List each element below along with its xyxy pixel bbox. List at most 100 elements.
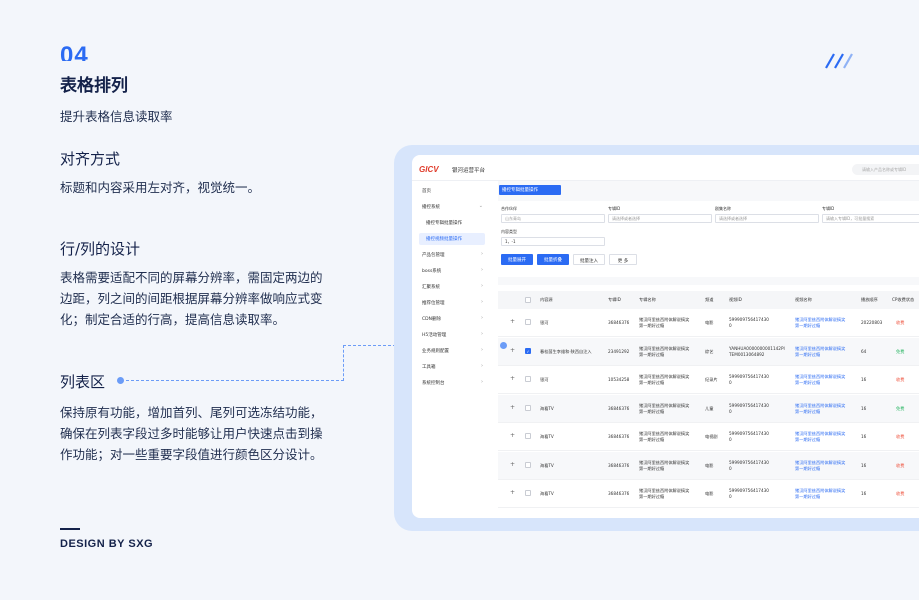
- cell-fee-status: 收费: [896, 377, 905, 382]
- sidebar-item-label: 系统控制台: [422, 381, 445, 386]
- cell-video-name-link[interactable]: 第一期好过瘾: [795, 494, 820, 500]
- column-header: 播放顺序: [861, 297, 878, 302]
- sidebar-item-label: 工具箱: [422, 365, 436, 370]
- sidebar-item[interactable]: 播控专辑批量操作: [419, 217, 485, 229]
- cell-album-name: 猪汉阿里兹西附体解说搞笑: [639, 459, 690, 465]
- album-id-input[interactable]: 请输入专辑ID，可批量搜索: [822, 214, 919, 223]
- cell-video-name-link[interactable]: 第一期好过瘾: [795, 352, 820, 358]
- batch-expand-button[interactable]: 批量展开: [501, 254, 533, 265]
- row-column-heading: 行/列的设计: [60, 240, 141, 258]
- cell-video-id: 599909756417430: [729, 459, 769, 465]
- row-checkbox[interactable]: [525, 404, 531, 411]
- alignment-text: 标题和内容采用左对齐，视觉统一。: [60, 177, 360, 198]
- cell-album-id: 36846376: [608, 405, 630, 411]
- expand-icon[interactable]: +: [510, 461, 515, 468]
- sidebar-item-label: 业务规则配置: [422, 349, 449, 354]
- sidebar-item[interactable]: 汇聚系统 ›: [419, 281, 485, 293]
- cell-source: 海看TV: [540, 462, 554, 468]
- partner-select[interactable]: 山东青岛: [501, 214, 605, 223]
- cell-video-id: 599909756417430: [729, 317, 769, 322]
- filter-label: 合作伙伴: [501, 206, 517, 211]
- sidebar-item[interactable]: 首页: [419, 185, 485, 197]
- cell-album-name: 第一期好过瘾: [639, 408, 665, 414]
- cell-video-name-link[interactable]: 第一期好过瘾: [795, 437, 820, 443]
- cell-fee-status: 收费: [896, 320, 905, 325]
- expand-icon[interactable]: +: [510, 375, 515, 382]
- cell-play-order: 20220803: [861, 320, 883, 325]
- cell-video-name-link[interactable]: 猪汉阿里兹西附体解说搞笑: [795, 460, 845, 466]
- column-header: 视频ID: [729, 297, 742, 302]
- album-id-select[interactable]: 请选择或者选择: [608, 214, 712, 223]
- cell-channel: 综艺: [705, 348, 714, 354]
- row-checkbox[interactable]: ✓: [525, 347, 531, 354]
- list-area-line: 保持原有功能，增加首列、尾列可选冻结功能，: [60, 405, 323, 420]
- expand-icon[interactable]: +: [510, 432, 515, 439]
- batch-collapse-button[interactable]: 批量折叠: [537, 254, 569, 265]
- sidebar-item-label: boss系统: [422, 269, 442, 274]
- cell-play-order: 16: [861, 462, 867, 468]
- cell-album-name: 第一期好过瘾: [639, 465, 665, 471]
- expand-icon[interactable]: +: [510, 318, 515, 325]
- cell-channel: 电影: [705, 320, 714, 325]
- cell-album-name: 猪汉阿里兹西附体解说搞笑: [639, 488, 690, 493]
- row-checkbox[interactable]: [525, 433, 531, 439]
- cell-album-name: 猪汉阿里兹西附体解说搞笑: [639, 431, 690, 436]
- more-dropdown[interactable]: 更 多: [609, 254, 637, 265]
- cell-video-name-link[interactable]: 猪汉阿里兹西附体解说搞笑: [795, 403, 845, 409]
- sidebar-item[interactable]: 推荐位管理 ›: [419, 297, 485, 309]
- content-type-select[interactable]: 1，-1: [501, 237, 605, 246]
- cell-video-name-link[interactable]: 猪汉阿里兹西附体解说搞笑: [795, 431, 845, 437]
- sidebar-item-label: 播控专辑批量操作: [426, 221, 462, 226]
- cell-play-order: 16: [861, 434, 867, 439]
- list-area-heading: 列表区: [60, 373, 106, 391]
- table-row: + 海看TV 36846376 猪汉阿里兹西附体解说搞笑 第一期好过瘾 电影 5999097…: [498, 451, 919, 480]
- cell-video-name-link[interactable]: 第一期好过瘾: [795, 380, 820, 386]
- cell-play-order: 16: [861, 405, 867, 411]
- cell-fee-status: 收费: [896, 462, 905, 468]
- cell-video-name-link[interactable]: 猪汉阿里兹西附体解说搞笑: [795, 317, 845, 323]
- sidebar-item[interactable]: H5活动管理 ›: [419, 329, 485, 341]
- sidebar-item[interactable]: 工具箱 ›: [419, 361, 485, 373]
- cell-source: 海看TV: [540, 434, 554, 439]
- sidebar-item[interactable]: 播控视频批量操作: [419, 233, 485, 245]
- column-header: 专辑ID: [608, 297, 621, 302]
- sidebar-item[interactable]: 业务规则配置 ›: [419, 345, 485, 357]
- expand-icon[interactable]: +: [510, 347, 515, 354]
- row-checkbox[interactable]: [525, 319, 531, 325]
- sidebar-item[interactable]: 产品包管理 ›: [419, 249, 485, 261]
- select-all-checkbox[interactable]: [525, 297, 531, 303]
- cell-fee-status: 收费: [896, 434, 905, 439]
- cell-video-name-link[interactable]: 猪汉阿里兹西附体解说搞笑: [795, 374, 845, 380]
- row-checkbox[interactable]: [525, 461, 531, 468]
- cell-video-id: 0: [729, 380, 732, 385]
- search-input[interactable]: 请输入产品名称或专辑ID: [852, 164, 919, 175]
- batch-inject-button[interactable]: 批量注入: [573, 254, 605, 265]
- cell-video-name-link[interactable]: 第一期好过瘾: [795, 409, 820, 415]
- row-checkbox[interactable]: [525, 490, 531, 496]
- cell-video-name-link[interactable]: 第一期好过瘾: [795, 323, 820, 329]
- sidebar-item[interactable]: 系统控制台 ›: [419, 377, 485, 389]
- cell-video-name-link[interactable]: 猪汉阿里兹西附体解说搞笑: [795, 346, 845, 352]
- row-checkbox[interactable]: [525, 376, 531, 382]
- expand-icon[interactable]: +: [510, 489, 515, 496]
- connector-dot: [500, 342, 507, 349]
- footer-divider: [60, 528, 80, 530]
- filter-label: 剧集名称: [715, 206, 731, 211]
- sidebar-item[interactable]: boss系统 ›: [419, 265, 485, 277]
- episode-name-select[interactable]: 请选择或者选择: [715, 214, 819, 223]
- expand-icon[interactable]: +: [510, 404, 515, 411]
- main-content: 播控专辑批量操作 合作伙伴 山东青岛 专辑ID 请选择或者选择 剧集名称 请选择…: [498, 181, 919, 518]
- cell-video-name-link[interactable]: 猪汉阿里兹西附体解说搞笑: [795, 488, 845, 494]
- alignment-heading: 对齐方式: [60, 150, 121, 168]
- cell-source: 春桂茵生李维和·陕西自注入: [540, 348, 592, 354]
- sidebar-item[interactable]: CDN删除 ›: [419, 313, 485, 325]
- cell-video-id: YANHUA0000000001142PI: [729, 345, 785, 351]
- cell-album-name: 猪汉阿里兹西附体解说搞笑: [639, 317, 690, 322]
- cell-video-name-link[interactable]: 第一期好过瘾: [795, 466, 820, 472]
- sidebar-item[interactable]: 播控系统 ⌄: [419, 201, 485, 213]
- cell-video-id: 0: [729, 323, 732, 328]
- cell-album-name: 第一期好过瘾: [639, 437, 665, 442]
- column-header: CP收费状态: [892, 297, 915, 302]
- table-row: + 银河 36846376 猪汉阿里兹西附体解说搞笑 第一期好过瘾 电影 599909756…: [498, 309, 919, 337]
- tab-active[interactable]: 播控专辑批量操作: [499, 185, 561, 195]
